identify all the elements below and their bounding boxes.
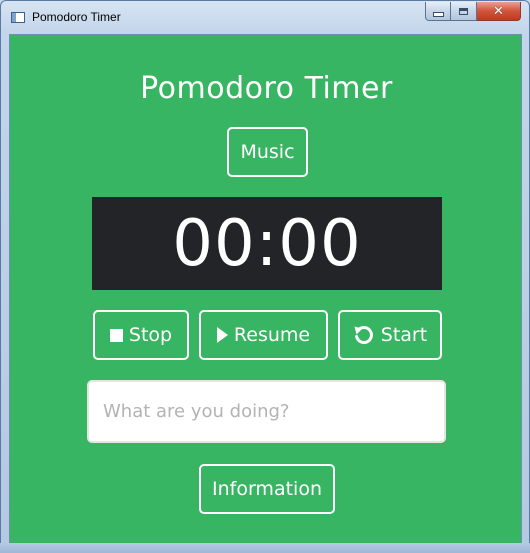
resume-label: Resume (233, 324, 311, 346)
maximize-button[interactable] (451, 2, 477, 21)
close-button[interactable]: ✕ (477, 2, 521, 21)
window-icon[interactable] (11, 12, 25, 23)
stop-label: Stop (128, 324, 173, 346)
stop-icon (109, 328, 123, 342)
page-title: Pomodoro Timer (140, 71, 393, 106)
start-button[interactable]: Start (338, 310, 442, 360)
timer-panel: 00:00 (92, 197, 442, 290)
window-bottom-border (0, 543, 530, 553)
app-content: Pomodoro Timer Music 00:00 Stop Resume S… (9, 34, 522, 544)
minimize-icon (432, 11, 444, 17)
caption-buttons: ✕ (425, 2, 521, 22)
app-window: Pomodoro Timer ✕ Pomodoro Timer Music 00… (0, 0, 530, 553)
minimize-button[interactable] (425, 2, 451, 21)
music-button[interactable]: Music (227, 127, 308, 177)
start-label: Start (380, 324, 428, 346)
resume-button[interactable]: Resume (199, 310, 328, 360)
play-icon (216, 327, 228, 343)
task-input[interactable] (87, 380, 446, 443)
title-bar[interactable]: Pomodoro Timer ✕ (1, 1, 529, 33)
information-button[interactable]: Information (199, 464, 335, 514)
restart-icon (353, 324, 375, 346)
window-title: Pomodoro Timer (32, 10, 121, 24)
close-icon: ✕ (493, 3, 504, 19)
stop-button[interactable]: Stop (93, 310, 189, 360)
maximize-icon (459, 7, 468, 15)
timer-display: 00:00 (172, 206, 362, 281)
